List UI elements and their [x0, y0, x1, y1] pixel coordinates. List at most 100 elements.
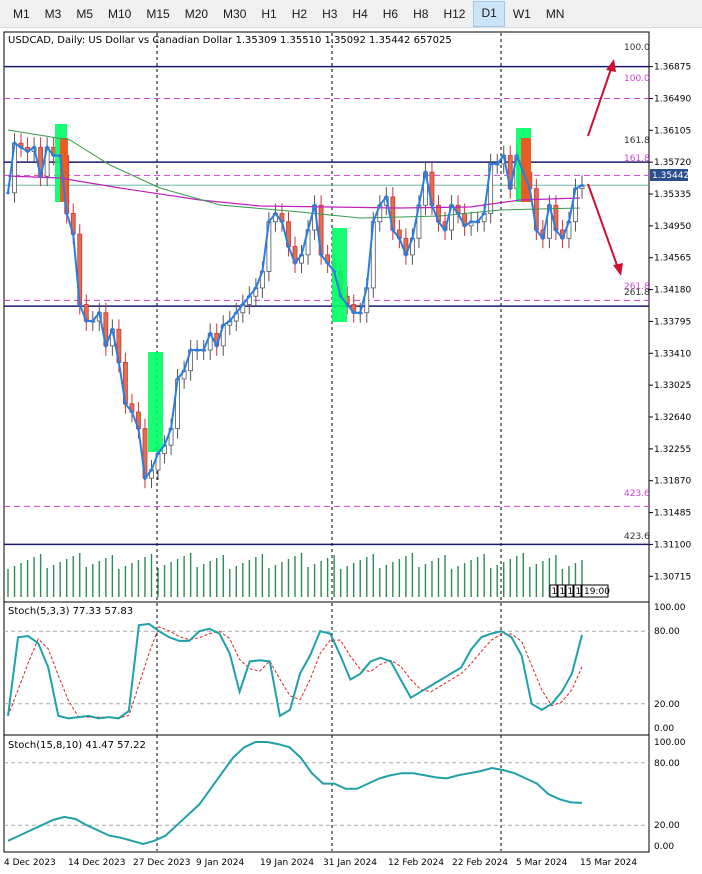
timeframe-mn[interactable]: MN [539, 2, 572, 26]
price-tick-label: 1.31870 [654, 477, 691, 487]
timeframe-m1[interactable]: M1 [6, 2, 37, 26]
close-point [423, 170, 428, 174]
price-tick-label: 1.34950 [654, 222, 691, 232]
close-point [469, 220, 473, 224]
close-point [312, 203, 317, 207]
date-tick-label: 5 Mar 2024 [516, 858, 568, 868]
fib-label-bottom-dash: 423.6 [624, 489, 650, 499]
timeframe-m15[interactable]: M15 [139, 2, 176, 26]
date-tick-label: 22 Feb 2024 [452, 858, 508, 868]
close-point [273, 211, 278, 216]
close-point [104, 344, 108, 348]
close-point [39, 174, 43, 178]
close-point [182, 369, 186, 373]
close-point [573, 187, 578, 191]
fib-label-bottom-solid: 423.6 [624, 532, 650, 542]
close-point [123, 402, 128, 406]
stoch2-tick-label: 0.00 [654, 842, 674, 852]
close-point [456, 211, 460, 216]
close-point [52, 153, 56, 158]
close-point [430, 203, 434, 207]
close-point [417, 203, 421, 207]
close-point [443, 228, 447, 232]
close-point [228, 319, 232, 323]
close-point [267, 220, 271, 224]
close-point [78, 302, 82, 307]
close-point [384, 195, 388, 199]
close-point [12, 141, 17, 145]
fib-label-top-solid: 100.0 [624, 43, 650, 53]
date-tick-label: 27 Dec 2023 [133, 858, 191, 868]
close-point [221, 323, 225, 327]
timeframe-m30[interactable]: M30 [216, 2, 253, 26]
close-point [502, 153, 506, 158]
timeframe-h2[interactable]: H2 [285, 2, 314, 26]
time-label: 19:00 [584, 587, 610, 597]
close-point [554, 228, 558, 232]
close-point [25, 149, 30, 154]
close-point [169, 426, 173, 431]
close-point [84, 319, 88, 323]
stoch1-tick-label: 80.00 [654, 627, 680, 637]
close-point [130, 410, 134, 414]
price-tick-label: 1.32640 [654, 413, 691, 423]
timeframe-m10[interactable]: M10 [101, 2, 138, 26]
close-point [175, 377, 180, 381]
timeframe-m5[interactable]: M5 [69, 2, 100, 26]
close-point [293, 261, 297, 265]
close-point [404, 253, 408, 257]
timeframe-w1[interactable]: W1 [506, 2, 538, 26]
close-point [482, 211, 486, 216]
date-tick-label: 4 Dec 2023 [4, 858, 56, 868]
close-point [71, 232, 75, 236]
close-point [391, 228, 395, 232]
close-point [280, 220, 284, 224]
timeframe-m3[interactable]: M3 [38, 2, 69, 26]
stoch2-tick-label: 100.00 [654, 738, 686, 748]
price-tick-label: 1.30715 [654, 572, 691, 582]
close-point [32, 145, 36, 149]
date-tick-label: 14 Dec 2023 [68, 858, 126, 868]
timeframe-h4[interactable]: H4 [345, 2, 374, 26]
close-point [371, 220, 375, 224]
close-point [378, 203, 382, 207]
timeframe-h6[interactable]: H6 [376, 2, 405, 26]
close-point [58, 153, 62, 158]
close-point [319, 253, 323, 257]
price-tick-label: 1.36875 [654, 63, 691, 73]
close-point [6, 191, 10, 195]
timeframe-m20[interactable]: M20 [178, 2, 215, 26]
stoch2-tick-label: 20.00 [654, 821, 680, 831]
close-point [332, 269, 336, 273]
stoch2-panel[interactable] [3, 734, 650, 853]
timeframe-d1[interactable]: D1 [473, 0, 505, 27]
timeframe-h1[interactable]: H1 [254, 2, 283, 26]
stoch1-label: Stoch(5,3,3) 77.33 57.83 [8, 606, 133, 617]
close-point [97, 311, 101, 315]
signal-candle [148, 352, 163, 452]
fib-label-mid-solid: 161.8 [624, 136, 650, 146]
timeframe-h8[interactable]: H8 [406, 2, 435, 26]
close-point [110, 327, 114, 331]
close-point [234, 311, 238, 315]
close-point [436, 220, 441, 224]
close-point [65, 211, 69, 216]
close-point [143, 476, 147, 480]
timeframe-toolbar: M1 M3 M5 M10 M15 M20 M30 H1 H2 H3 H4 H6 H8 H12 D1 W1 MN [0, 0, 702, 28]
date-tick-label: 19 Jan 2024 [260, 858, 314, 868]
close-point [202, 348, 206, 352]
volume-digit: 1 [552, 587, 558, 597]
date-tick-label: 12 Feb 2024 [388, 858, 444, 868]
close-point [521, 170, 525, 174]
close-point [547, 203, 551, 207]
stoch1-panel[interactable] [3, 601, 650, 736]
volume-digit: 1 [576, 587, 582, 597]
close-point [326, 261, 330, 265]
timeframe-h3[interactable]: H3 [315, 2, 344, 26]
close-point [195, 348, 199, 352]
chart-area[interactable]: 100.00 80.00 20.00 0.00 100.00 80.00 20.00 0.0… [0, 28, 702, 874]
timeframe-h12[interactable]: H12 [436, 2, 472, 26]
close-point [162, 443, 167, 447]
close-point [534, 228, 538, 232]
close-point [560, 236, 565, 240]
